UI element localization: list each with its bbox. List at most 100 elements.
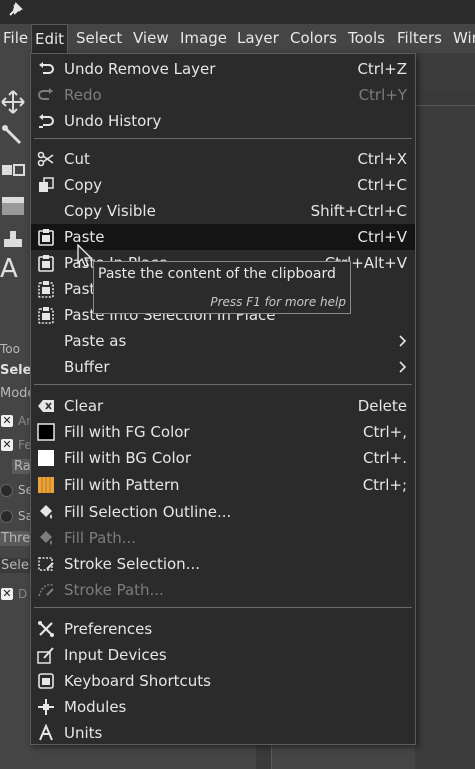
menu-item-label: Stroke Selection... (64, 555, 200, 573)
gradient-tool-icon[interactable] (0, 193, 26, 219)
menu-windows[interactable]: Windows (450, 24, 475, 53)
bg-color-swatch-icon (38, 450, 54, 466)
menu-item-fill-bg[interactable]: Fill with BG Color Ctrl+. (31, 445, 415, 471)
text-tool-icon[interactable]: A (0, 254, 18, 284)
menu-item-modules[interactable]: Modules (31, 694, 415, 720)
menu-filters[interactable]: Filters (394, 24, 445, 53)
sample-merged-checkbox[interactable] (0, 510, 13, 523)
menu-item-label: Units (64, 724, 103, 742)
menu-item-copy-visible[interactable]: Copy Visible Shift+Ctrl+C (31, 198, 415, 224)
dock-tab-tool-options[interactable]: Too (0, 342, 20, 356)
menu-item-copy[interactable]: Copy Ctrl+C (31, 172, 415, 198)
canvas-area[interactable] (415, 53, 475, 769)
menu-item-keyboard-shortcuts[interactable]: Keyboard Shortcuts (31, 668, 415, 694)
menu-item-clear[interactable]: Clear Delete (31, 393, 415, 419)
menu-item-label: Undo History (64, 112, 162, 130)
pin-icon[interactable] (6, 1, 24, 19)
stroke-path-icon (38, 583, 54, 597)
menu-item-shortcut: Delete (357, 397, 407, 415)
scissors-icon (37, 151, 54, 167)
menu-item-fill-path[interactable]: Fill Path... (31, 525, 415, 551)
mouse-cursor-icon (77, 244, 93, 267)
feather-checkbox[interactable]: ✕ (1, 439, 13, 451)
menu-item-paste-as[interactable]: Paste as (31, 328, 415, 354)
menu-item-label: Redo (64, 86, 102, 104)
menu-item-label: Fill Path... (64, 529, 137, 547)
menu-colors[interactable]: Colors (287, 24, 340, 53)
menu-item-stroke-selection[interactable]: Stroke Selection... (31, 551, 415, 577)
menu-edit[interactable]: Edit (31, 24, 69, 53)
menu-tools[interactable]: Tools (345, 24, 388, 53)
modules-icon (38, 699, 54, 715)
menu-item-redo[interactable]: Redo Ctrl+Y (31, 82, 415, 108)
menu-item-input-devices[interactable]: Input Devices (31, 642, 415, 668)
menu-view[interactable]: View (130, 24, 172, 53)
menu-item-shortcut: Shift+Ctrl+C (310, 202, 407, 220)
edit-menu: Undo Remove Layer Ctrl+Z Redo Ctrl+Y Und… (30, 53, 416, 745)
undo-history-icon (39, 114, 54, 128)
units-icon (39, 724, 53, 741)
menu-item-shortcut: Ctrl+V (357, 228, 407, 246)
menu-image[interactable]: Image (177, 24, 230, 53)
paste-into-icon (38, 281, 54, 298)
bucket-fill-icon (40, 505, 52, 519)
menu-item-label: Stroke Path... (64, 581, 164, 599)
menu-item-cut[interactable]: Cut Ctrl+X (31, 146, 415, 172)
menu-item-shortcut: Ctrl+X (357, 150, 407, 168)
menu-item-shortcut: Ctrl+Z (357, 60, 407, 78)
menu-item-label: Cut (64, 150, 90, 168)
fg-color-swatch-icon (37, 423, 55, 441)
undo-icon (39, 62, 54, 74)
menu-separator (34, 138, 412, 139)
chevron-right-icon (399, 335, 407, 347)
menu-item-fill-pattern[interactable]: Fill with Pattern Ctrl+; (31, 472, 415, 498)
clone-tool-icon[interactable] (0, 227, 26, 253)
tooltip-hint: Press F1 for more help (210, 295, 346, 309)
menu-item-units[interactable]: Units (31, 720, 415, 746)
transform-tool-icon[interactable] (0, 157, 26, 183)
horizontal-ruler (415, 90, 475, 106)
select-by-dropdown-fragment[interactable]: Sele (0, 558, 30, 573)
bucket-fill-icon (40, 531, 52, 545)
menu-item-undo-history[interactable]: Undo History (31, 108, 415, 134)
menu-item-label: Copy (64, 176, 103, 194)
menu-item-label: Input Devices (64, 646, 167, 664)
menu-item-label: Copy Visible (64, 202, 156, 220)
menu-item-label: Modules (64, 698, 127, 716)
menu-item-preferences[interactable]: Preferences (31, 616, 415, 642)
threshold-slider-fragment[interactable]: Thres (0, 531, 37, 546)
fuzzy-select-tool-icon[interactable] (0, 123, 26, 149)
antialias-checkbox[interactable]: ✕ (1, 415, 13, 427)
menu-item-label: Fill with Pattern (64, 476, 180, 494)
menubar: File Edit Select View Image Layer Colors… (0, 24, 475, 53)
menu-item-fill-fg[interactable]: Fill with FG Color Ctrl+, (31, 419, 415, 445)
pattern-swatch-icon (38, 477, 54, 493)
menu-item-label: Fill with FG Color (64, 423, 190, 441)
menu-item-undo[interactable]: Undo Remove Layer Ctrl+Z (31, 56, 415, 82)
menu-file[interactable]: File (0, 24, 31, 53)
menu-item-label: Fill Selection Outline... (64, 503, 232, 521)
menu-item-shortcut: Ctrl+Y (358, 86, 407, 104)
clear-icon (38, 400, 54, 412)
menu-item-label: Preferences (64, 620, 153, 638)
preferences-icon (38, 621, 54, 637)
select-transparent-checkbox[interactable] (0, 484, 13, 497)
menu-item-label: Undo Remove Layer (64, 60, 216, 78)
menu-item-label: Buffer (64, 358, 110, 376)
menu-item-fill-selection-outline[interactable]: Fill Selection Outline... (31, 499, 415, 525)
menu-item-label: Clear (64, 397, 104, 415)
move-tool-icon[interactable] (0, 89, 26, 115)
menu-item-label: Paste as (64, 332, 127, 350)
menu-item-shortcut: Ctrl+C (357, 176, 407, 194)
draw-mask-label-fragment: D (18, 587, 28, 601)
draw-mask-checkbox[interactable]: ✕ (1, 588, 13, 600)
menu-item-stroke-path[interactable]: Stroke Path... (31, 577, 415, 603)
menu-item-buffer[interactable]: Buffer (31, 354, 415, 380)
stroke-selection-icon (38, 557, 54, 571)
chevron-right-icon (399, 361, 407, 373)
menu-separator (34, 384, 412, 385)
menu-separator (34, 607, 412, 608)
window-titlebar (0, 0, 475, 24)
menu-layer[interactable]: Layer (234, 24, 282, 53)
menu-select[interactable]: Select (73, 24, 125, 53)
